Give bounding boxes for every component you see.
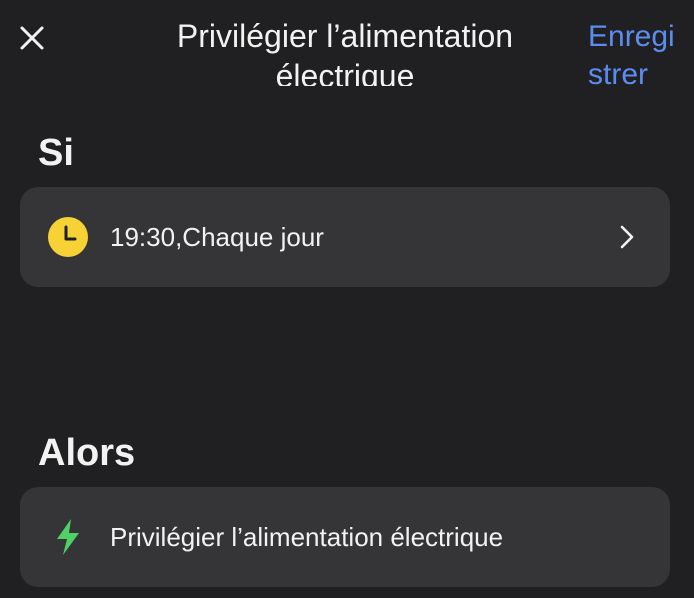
close-button[interactable] [14,20,50,56]
lightning-bolt-icon [48,517,88,557]
if-section-label: Si [38,132,74,174]
page-title: Privilégier l’alimentation électrique [176,18,514,86]
action-card[interactable]: Privilégier l’alimentation électrique [20,487,670,587]
then-section-label: Alors [38,432,136,474]
chevron-right-icon [618,222,636,252]
top-bar: Privilégier l’alimentation électrique En… [0,0,694,91]
trigger-text: 19:30,Chaque jour [110,222,324,252]
action-text: Privilégier l’alimentation électrique [110,522,504,552]
page-title-container: Privilégier l’alimentation électrique [130,16,560,86]
trigger-card[interactable]: 19:30,Chaque jour [20,187,670,287]
close-icon [20,26,44,50]
save-button[interactable]: Enregistrer [588,18,676,94]
clock-icon [48,217,88,257]
